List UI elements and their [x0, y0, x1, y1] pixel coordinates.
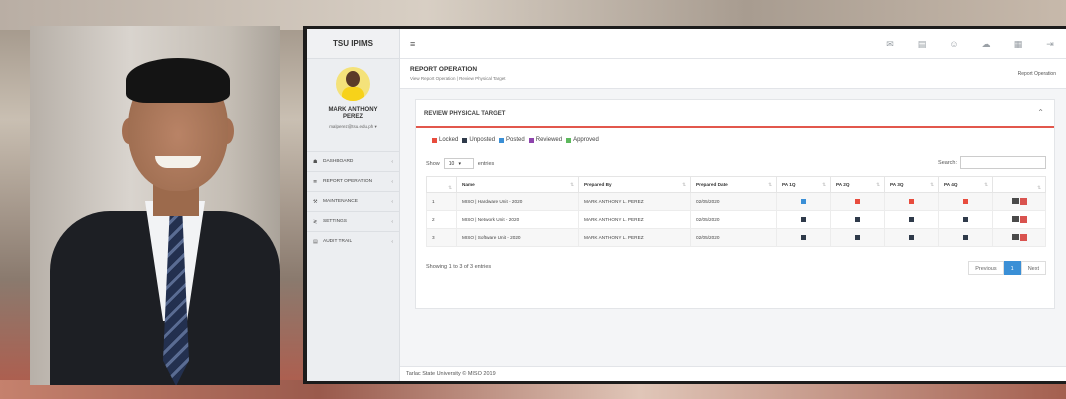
sidebar-item-dashboard[interactable]: ☗ DASHBOARD ‹ [307, 151, 399, 171]
column-header[interactable]: Name ⇅ [456, 176, 579, 193]
envelope-icon[interactable]: ✉ [874, 39, 906, 50]
column-header[interactable]: PA 3Q ⇅ [884, 176, 939, 193]
app-window: TSU IPIMS MARK ANTHONY PEREZ malperez@ts… [307, 29, 1066, 381]
chevron-left-icon: ‹ [391, 158, 393, 165]
table-info: Showing 1 to 3 of 3 entries [426, 264, 492, 270]
hamburger-menu-icon[interactable]: ≡ [410, 39, 415, 49]
users-icon[interactable]: ☺ [938, 39, 970, 49]
panel-header: REVIEW PHYSICAL TARGET ⌃ [416, 100, 1054, 128]
status-square [776, 192, 831, 211]
sidebar-item-report-operation[interactable]: ≣ REPORT OPERATION ‹ [307, 171, 399, 191]
page-subtitle: View Report Operation | Review Physical … [410, 76, 506, 81]
status-square [884, 210, 939, 229]
sidebar-item-label: DASHBOARD [323, 159, 354, 164]
previous-button[interactable]: Previous [968, 261, 1004, 275]
column-header[interactable]: PA 4Q ⇅ [938, 176, 993, 193]
review-physical-target-panel: REVIEW PHYSICAL TARGET ⌃ Locked Unposted… [415, 99, 1055, 309]
panel-title: REVIEW PHYSICAL TARGET [424, 111, 506, 117]
top-navbar: ≡ ✉ ▤ ☺ ☁ ▦ ⇥ [400, 29, 1066, 59]
legend-item: Reviewed [528, 137, 562, 143]
column-header[interactable]: PA 2Q ⇅ [830, 176, 885, 193]
status-square [938, 228, 993, 247]
legend-item: Posted [499, 137, 525, 143]
page-length-control: Show 10 ▾ entries [426, 158, 494, 169]
pagination: Previous 1 Next [968, 261, 1046, 275]
user-name: MARK ANTHONY PEREZ [328, 107, 378, 120]
next-button[interactable]: Next [1020, 261, 1046, 275]
sidebar-item-label: AUDIT TRAIL [323, 239, 353, 244]
portrait-photo [30, 26, 280, 385]
chevron-up-icon[interactable]: ⌃ [1037, 108, 1044, 117]
pdf-icon[interactable] [1019, 216, 1027, 223]
user-profile: MARK ANTHONY PEREZ malperez@tsu.edu.ph ▾ [307, 59, 399, 151]
column-header[interactable]: Prepared Date ⇅ [690, 176, 777, 193]
legend-item: Locked [432, 137, 458, 143]
status-square [938, 192, 993, 211]
cloud-icon[interactable]: ☁ [970, 39, 1002, 50]
document-icon[interactable]: ▤ [906, 39, 938, 50]
user-email-dropdown[interactable]: malperez@tsu.edu.ph ▾ [307, 124, 399, 130]
status-square [830, 228, 885, 247]
chevron-left-icon: ‹ [391, 178, 393, 185]
column-header[interactable]: Prepared By ⇅ [578, 176, 691, 193]
page-header: REPORT OPERATION View Report Operation |… [400, 59, 1066, 89]
sidebar-item-maintenance[interactable]: ⚒ MAINTENANCE ‹ [307, 191, 399, 211]
footer: Tarlac State University © MISO 2019 [400, 366, 1066, 381]
status-square [938, 210, 993, 229]
status-square [776, 228, 831, 247]
footer-text: Tarlac State University © MISO 2019 [406, 371, 496, 377]
chevron-left-icon: ‹ [391, 238, 393, 245]
sliders-icon: ≷ [313, 218, 318, 225]
sidebar-item-settings[interactable]: ≷ SETTINGS ‹ [307, 211, 399, 231]
folder-icon[interactable] [1011, 216, 1019, 222]
table-row: 3 MISO | Software Unit - 2020 MARK ANTHO… [426, 228, 1046, 247]
legend-item: Unposted [462, 137, 495, 143]
file-icon: ▤ [313, 238, 318, 245]
wrench-icon: ⚒ [313, 198, 318, 205]
status-square [830, 192, 885, 211]
pdf-icon[interactable] [1019, 198, 1027, 205]
folder-icon[interactable] [1011, 198, 1019, 204]
top-icons: ✉ ▤ ☺ ☁ ▦ ⇥ [874, 29, 1066, 59]
legend-item: Approved [566, 137, 599, 143]
table-search: Search: [938, 156, 1046, 169]
table-row: 2 MISO | Network Unit - 2020 MARK ANTHON… [426, 210, 1046, 229]
search-input[interactable] [960, 156, 1046, 169]
dashboard-icon: ☗ [313, 158, 318, 165]
page-1-button[interactable]: 1 [1003, 261, 1021, 275]
pdf-icon[interactable] [1019, 234, 1027, 241]
status-square [776, 210, 831, 229]
page-title: REPORT OPERATION [410, 66, 478, 73]
monitor-frame: TSU IPIMS MARK ANTHONY PEREZ malperez@ts… [303, 26, 1066, 384]
table-row: 1 MISO | Hardware Unit - 2020 MARK ANTHO… [426, 192, 1046, 211]
sidebar: TSU IPIMS MARK ANTHONY PEREZ malperez@ts… [307, 29, 400, 381]
sidebar-item-label: SETTINGS [323, 219, 347, 224]
status-square [830, 210, 885, 229]
app-brand[interactable]: TSU IPIMS [307, 29, 399, 59]
status-square [884, 228, 939, 247]
column-header[interactable]: ⇅ [426, 176, 457, 193]
breadcrumb[interactable]: Report Operation [1018, 71, 1056, 77]
avatar [336, 67, 370, 101]
physical-target-table: ⇅ Name ⇅ Prepared By ⇅ Prepared Date ⇅ PA 1… [426, 176, 1046, 247]
column-header[interactable]: PA 1Q ⇅ [776, 176, 831, 193]
sidebar-item-label: REPORT OPERATION [323, 179, 373, 184]
sidebar-item-label: MAINTENANCE [323, 199, 358, 204]
sidebar-item-audit-trail[interactable]: ▤ AUDIT TRAIL ‹ [307, 231, 399, 251]
chevron-left-icon: ‹ [391, 198, 393, 205]
calendar-icon[interactable]: ▦ [1002, 39, 1034, 50]
status-legend: Locked Unposted Posted Reviewed Approved [432, 137, 603, 143]
chevron-left-icon: ‹ [391, 218, 393, 225]
folder-icon[interactable] [1011, 234, 1019, 240]
logout-icon[interactable]: ⇥ [1034, 39, 1066, 50]
page-length-select[interactable]: 10 ▾ [443, 158, 474, 169]
status-square [884, 192, 939, 211]
list-icon: ≣ [313, 178, 318, 185]
column-header[interactable]: ⇅ [992, 176, 1046, 193]
